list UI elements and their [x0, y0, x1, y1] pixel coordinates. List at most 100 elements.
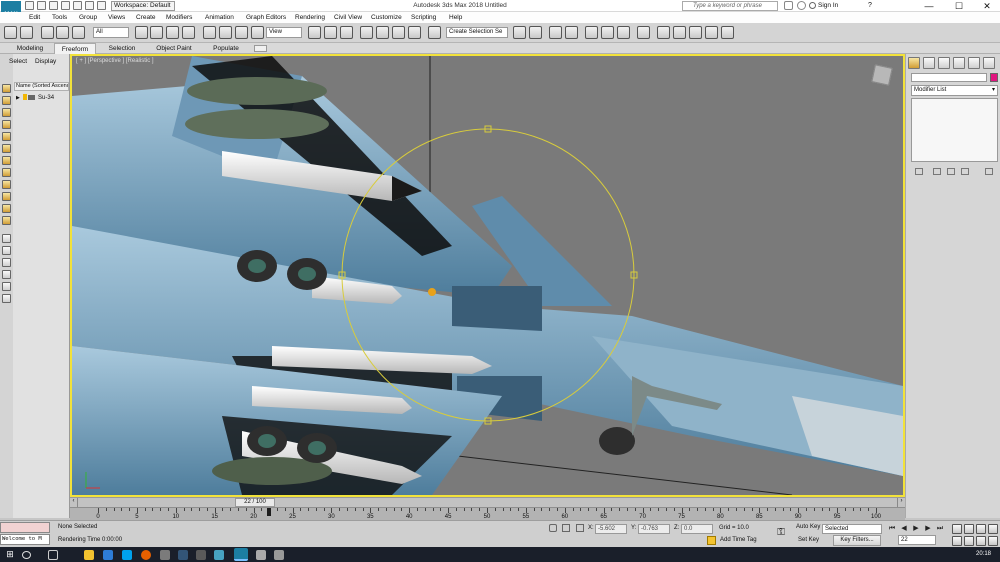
find-icon[interactable]: [2, 294, 11, 303]
scene-tab-display[interactable]: Display: [35, 58, 56, 65]
render-production-icon[interactable]: [689, 26, 702, 39]
material-editor-icon[interactable]: [637, 26, 650, 39]
chevron-left-icon[interactable]: ‹: [70, 498, 78, 507]
display-shapes-icon[interactable]: [2, 120, 11, 129]
keyword-search-input[interactable]: Type a keyword or phrase: [682, 1, 778, 11]
toggle-scene-explorer-icon[interactable]: [549, 26, 562, 39]
menu-views[interactable]: Views: [108, 12, 125, 23]
curve-editor-icon[interactable]: [601, 26, 614, 39]
set-key-button[interactable]: Set Key: [798, 537, 819, 543]
y-coordinate-field[interactable]: -0.763: [638, 524, 670, 534]
maxscript-mini-listener[interactable]: Welcome to M: [0, 534, 50, 545]
play-icon[interactable]: ▶: [911, 524, 921, 534]
ribbon-options-dropdown[interactable]: [254, 45, 267, 52]
cart-icon[interactable]: [784, 1, 793, 10]
key-selection-dropdown[interactable]: Selected: [822, 524, 882, 534]
eye-icon[interactable]: [22, 94, 27, 101]
display-none-icon[interactable]: [2, 96, 11, 105]
new-scene-icon[interactable]: [25, 1, 34, 10]
motion-tab-icon[interactable]: [953, 57, 965, 69]
pivot-center-icon[interactable]: [308, 26, 321, 39]
display-cameras-icon[interactable]: [2, 144, 11, 153]
select-and-move-icon[interactable]: [203, 26, 216, 39]
display-lights-icon[interactable]: [2, 132, 11, 141]
maximize-button[interactable]: ☐: [948, 0, 970, 12]
create-tab-icon[interactable]: [908, 57, 920, 69]
time-slider[interactable]: ‹ 22 / 100 ›: [70, 497, 905, 507]
project-folder-icon[interactable]: [85, 1, 94, 10]
menu-tools[interactable]: Tools: [52, 12, 67, 23]
select-object-icon[interactable]: [135, 26, 148, 39]
object-color-swatch[interactable]: [990, 73, 998, 82]
zoom-icon[interactable]: [952, 524, 962, 534]
system-tray[interactable]: [920, 547, 972, 562]
reference-coordinate-dropdown[interactable]: View: [266, 27, 302, 38]
display-xrefs-icon[interactable]: [2, 216, 11, 225]
firefox-icon[interactable]: [141, 550, 151, 560]
zoom-all-icon[interactable]: [964, 524, 974, 534]
modifier-list-dropdown[interactable]: Modifier List ▾: [911, 85, 998, 96]
auto-key-button[interactable]: Auto Key: [796, 524, 820, 530]
display-all-icon[interactable]: [2, 234, 11, 243]
display-tab-icon[interactable]: [968, 57, 980, 69]
taskbar-clock[interactable]: 20:18: [976, 547, 991, 562]
chevron-right-icon[interactable]: ›: [897, 498, 905, 507]
select-and-place-icon[interactable]: [251, 26, 264, 39]
pin-stack-icon[interactable]: [915, 168, 923, 175]
app-icon-2[interactable]: [214, 550, 224, 560]
toggle-layer-explorer-icon[interactable]: [565, 26, 578, 39]
unlink-selection-icon[interactable]: [56, 26, 69, 39]
display-bones-icon[interactable]: [2, 192, 11, 201]
search-icon[interactable]: [22, 551, 31, 559]
viewcube-icon[interactable]: [871, 64, 893, 86]
viewport-label[interactable]: [ + ] [Perspective ] [Realistic ]: [76, 58, 154, 64]
expand-arrow-icon[interactable]: ▶: [16, 94, 21, 103]
display-geometry-icon[interactable]: [2, 108, 11, 117]
schematic-view-icon[interactable]: [617, 26, 630, 39]
add-time-tag-button[interactable]: Add Time Tag: [720, 537, 757, 543]
perspective-viewport[interactable]: [ + ] [Perspective ] [Realistic ]: [70, 54, 905, 497]
a360-gallery-icon[interactable]: [721, 26, 734, 39]
current-frame-field[interactable]: 22: [898, 535, 936, 545]
go-to-end-icon[interactable]: ⏭: [935, 524, 945, 534]
selection-lock-icon[interactable]: [562, 524, 570, 532]
select-and-link-icon[interactable]: [41, 26, 54, 39]
menu-edit[interactable]: Edit: [29, 12, 40, 23]
previous-frame-icon[interactable]: ◀: [899, 524, 909, 534]
undo-button[interactable]: [4, 26, 17, 39]
select-by-name-icon[interactable]: [150, 26, 163, 39]
close-button[interactable]: ✕: [976, 0, 998, 12]
select-tool-icon[interactable]: [2, 84, 11, 93]
undo-icon[interactable]: [61, 1, 70, 10]
orbit-icon[interactable]: [976, 536, 986, 546]
menu-modifiers[interactable]: Modifiers: [166, 12, 192, 23]
window-crossing-icon[interactable]: [182, 26, 195, 39]
workspace-dropdown[interactable]: Workspace: Default: [111, 1, 175, 11]
app-icon-3[interactable]: [256, 550, 266, 560]
display-helpers-icon[interactable]: [2, 156, 11, 165]
selection-filter-dropdown[interactable]: All: [93, 27, 129, 38]
show-end-result-icon[interactable]: [933, 168, 941, 175]
object-name-field[interactable]: [911, 73, 987, 82]
bind-to-space-warp-icon[interactable]: [72, 26, 85, 39]
menu-rendering[interactable]: Rendering: [295, 12, 325, 23]
zoom-extents-all-icon[interactable]: [988, 524, 998, 534]
modify-tab-icon[interactable]: [923, 57, 935, 69]
make-unique-icon[interactable]: [947, 168, 955, 175]
app-icon[interactable]: [196, 550, 206, 560]
select-and-scale-icon[interactable]: [235, 26, 248, 39]
display-spacewarps-icon[interactable]: [2, 168, 11, 177]
modifier-stack[interactable]: [911, 98, 998, 162]
angle-snap-icon[interactable]: [376, 26, 389, 39]
menu-customize[interactable]: Customize: [371, 12, 402, 23]
tab-freeform[interactable]: Freeform: [54, 43, 96, 54]
zoom-extents-icon[interactable]: [976, 524, 986, 534]
app-icon-4[interactable]: [274, 550, 284, 560]
key-filters-button[interactable]: Key Filters...: [833, 535, 881, 546]
edit-named-selection-icon[interactable]: [428, 26, 441, 39]
scene-tab-select[interactable]: Select: [9, 58, 27, 65]
utilities-tab-icon[interactable]: [983, 57, 995, 69]
remove-modifier-icon[interactable]: [961, 168, 969, 175]
absolute-mode-icon[interactable]: [576, 524, 584, 532]
tab-object-paint[interactable]: Object Paint: [150, 43, 198, 54]
